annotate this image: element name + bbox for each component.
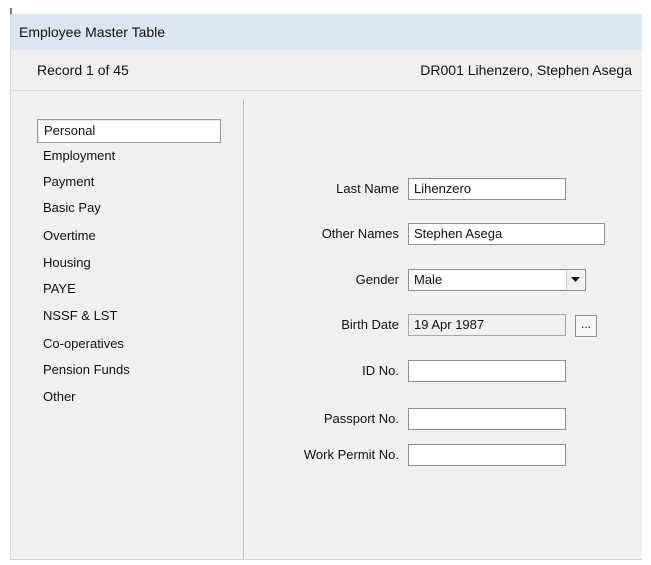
birth-date-row: Birth Date [251, 313, 399, 339]
last-name-field[interactable]: Lihenzero [408, 178, 566, 200]
birth-date-picker-button[interactable]: ... [575, 315, 597, 337]
other-names-row: Other Names [251, 222, 399, 248]
nav-item-co-operatives[interactable]: Co-operatives [37, 333, 124, 355]
last-name-row: Last Name [251, 177, 399, 203]
employee-master-window: Employee Master Table Record 1 of 45 DR0… [10, 14, 642, 560]
gender-label: Gender [355, 272, 399, 287]
nav-item-other[interactable]: Other [37, 386, 76, 408]
title-bar: Employee Master Table [11, 14, 642, 50]
gender-dropdown-button[interactable] [566, 271, 584, 289]
id-no-row: ID No. [251, 359, 399, 385]
panel-divider-highlight [244, 99, 245, 559]
passport-no-row: Passport No. [251, 407, 399, 433]
id-no-field[interactable] [408, 360, 566, 382]
nav-item-overtime[interactable]: Overtime [37, 225, 96, 247]
nav-item-payment[interactable]: Payment [37, 171, 94, 193]
id-no-label: ID No. [362, 363, 399, 378]
record-bar: Record 1 of 45 DR001 Lihenzero, Stephen … [11, 50, 642, 91]
other-names-label: Other Names [321, 226, 399, 241]
other-names-field[interactable]: Stephen Asega [408, 223, 605, 245]
last-name-label: Last Name [336, 181, 399, 196]
gender-row: Gender [251, 268, 399, 294]
passport-no-label: Passport No. [323, 411, 399, 426]
nav-item-basic-pay[interactable]: Basic Pay [37, 197, 101, 219]
nav-item-paye[interactable]: PAYE [37, 278, 76, 300]
gender-selected-value: Male [414, 272, 443, 287]
window-title: Employee Master Table [19, 24, 166, 40]
nav-item-nssf-lst[interactable]: NSSF & LST [37, 305, 117, 327]
chevron-down-icon [571, 277, 580, 282]
work-permit-no-row: Work Permit No. [251, 443, 399, 469]
gender-select[interactable]: Male [408, 269, 586, 291]
nav-item-employment[interactable]: Employment [37, 145, 115, 167]
nav-item-personal[interactable]: Personal [37, 119, 221, 143]
record-employee-name: DR001 Lihenzero, Stephen Asega [420, 62, 632, 78]
work-permit-no-field[interactable] [408, 444, 566, 466]
passport-no-field[interactable] [408, 408, 566, 430]
birth-date-label: Birth Date [341, 317, 399, 332]
nav-item-pension-funds[interactable]: Pension Funds [37, 359, 130, 381]
work-permit-no-label: Work Permit No. [303, 447, 399, 462]
nav-item-housing[interactable]: Housing [37, 252, 91, 274]
birth-date-field[interactable]: 19 Apr 1987 [408, 314, 566, 336]
content-area: Personal Employment Payment Basic Pay Ov… [11, 91, 642, 559]
record-count: Record 1 of 45 [37, 62, 129, 78]
